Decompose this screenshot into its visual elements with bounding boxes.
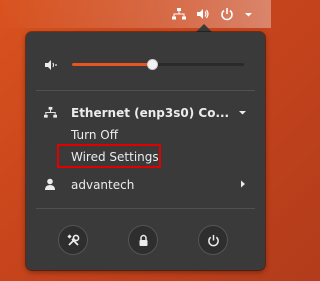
separator (36, 208, 255, 209)
volume-row (26, 54, 265, 74)
system-tray[interactable] (172, 7, 253, 21)
separator (36, 90, 255, 91)
network-turn-off-item[interactable]: Turn Off (26, 124, 265, 146)
network-wired-icon (44, 106, 57, 122)
volume-slider-handle[interactable] (147, 59, 159, 70)
user-icon (44, 178, 56, 194)
system-menu: Ethernet (enp3s0) Co... Turn Off Wired S… (26, 32, 265, 270)
turn-off-label: Turn Off (71, 128, 118, 142)
highlight-annotation (57, 144, 161, 168)
volume-slider-fill (72, 63, 153, 66)
network-wired-icon[interactable] (172, 7, 186, 21)
volume-slider[interactable] (72, 59, 244, 70)
chevron-down-icon (238, 106, 247, 121)
user-label: advantech (71, 178, 135, 192)
power-off-button[interactable] (198, 225, 228, 255)
top-panel (0, 0, 271, 28)
volume-icon (44, 57, 58, 76)
user-menu-item[interactable]: advantech (26, 174, 265, 196)
network-ethernet-item[interactable]: Ethernet (enp3s0) Co... (26, 102, 265, 124)
power-icon[interactable] (220, 7, 234, 21)
network-ethernet-label: Ethernet (enp3s0) Co... (71, 106, 230, 120)
volume-icon[interactable] (196, 7, 210, 21)
chevron-right-icon (238, 178, 247, 193)
lock-button[interactable] (128, 225, 158, 255)
settings-button[interactable] (58, 225, 88, 255)
chevron-down-icon[interactable] (244, 7, 253, 21)
